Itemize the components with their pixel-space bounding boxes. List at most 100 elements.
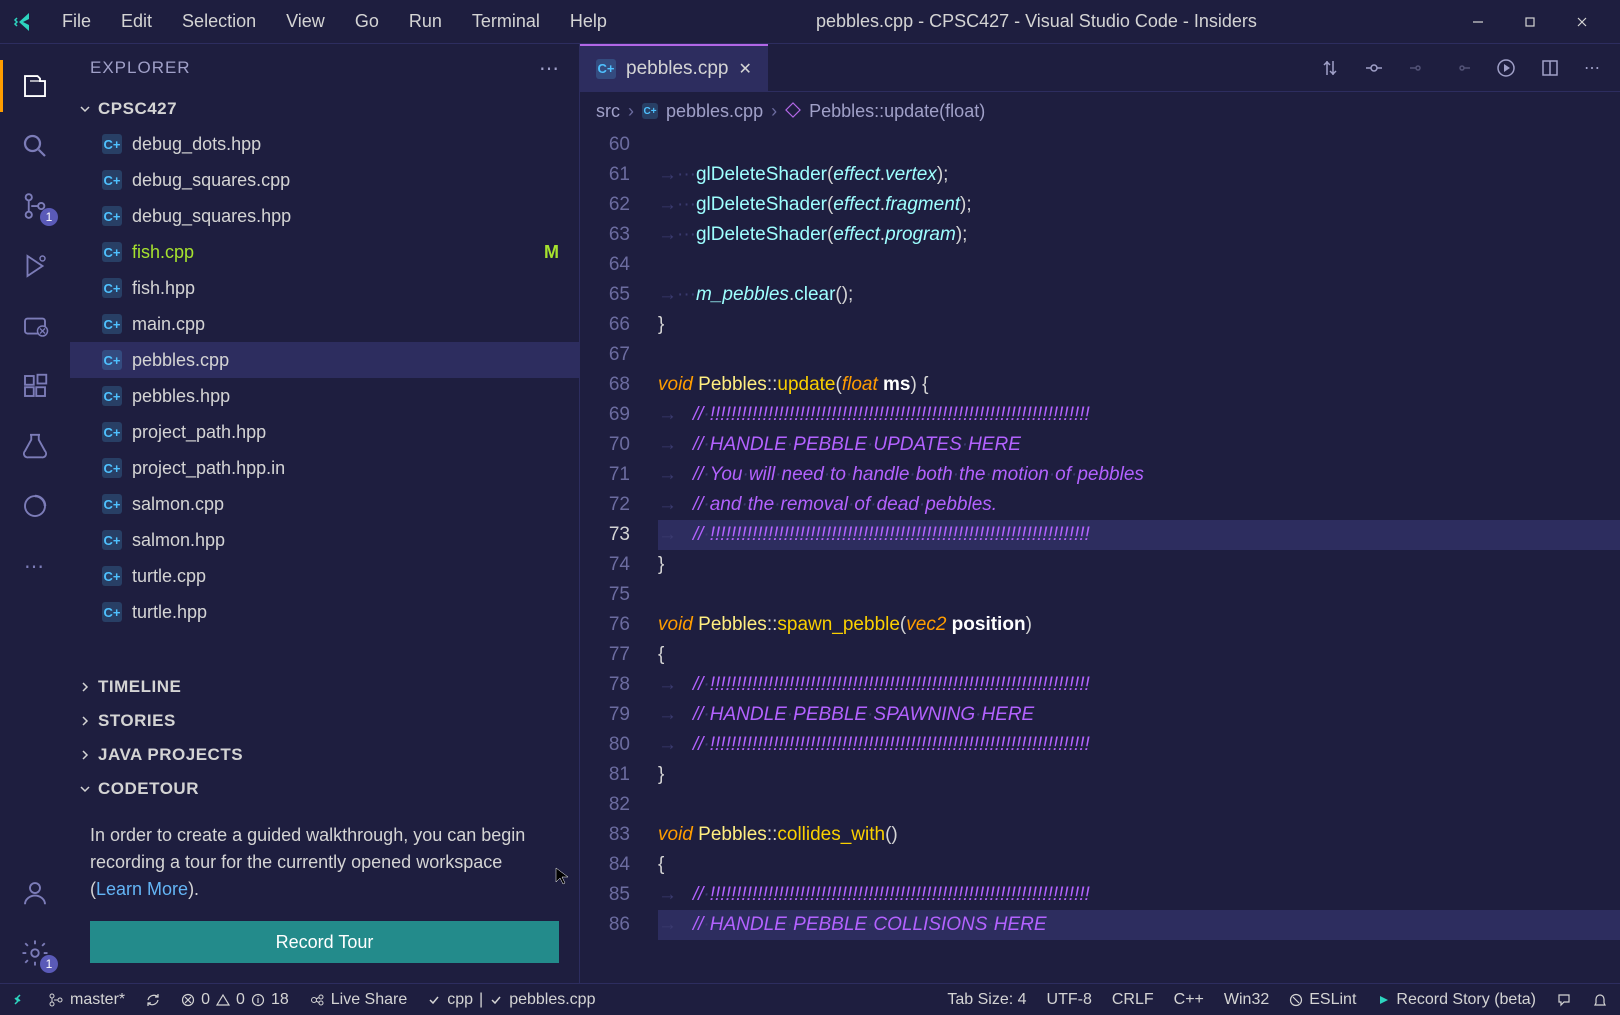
activity-run-debug[interactable] (0, 236, 70, 296)
code-line[interactable]: } (658, 760, 1620, 790)
next-change-icon[interactable] (1452, 58, 1472, 78)
menu-edit[interactable]: Edit (107, 5, 166, 38)
sidebar-more-icon[interactable]: ⋯ (539, 56, 559, 81)
file-item[interactable]: C+debug_dots.hpp (70, 126, 579, 162)
code-line[interactable]: → //·!!!!!!!!!!!!!!!!!!!!!!!!!!!!!!!!!!!… (658, 670, 1620, 700)
status-eslint[interactable]: ESLint (1289, 991, 1356, 1009)
more-actions-icon[interactable]: ⋯ (1584, 58, 1600, 78)
code-line[interactable] (658, 790, 1620, 820)
status-cpp-check[interactable]: cpp | pebbles.cpp (427, 991, 595, 1009)
file-item[interactable]: C+turtle.cpp (70, 558, 579, 594)
code-line[interactable]: →···glDeleteShader(effect.program); (658, 220, 1620, 250)
code-line[interactable]: → //·HANDLE·PEBBLE·SPAWNING·HERE (658, 700, 1620, 730)
learn-more-link[interactable]: Learn More (96, 879, 188, 899)
menu-go[interactable]: Go (341, 5, 393, 38)
file-item[interactable]: C+pebbles.cpp (70, 342, 579, 378)
code-line[interactable]: → //·!!!!!!!!!!!!!!!!!!!!!!!!!!!!!!!!!!!… (658, 400, 1620, 430)
activity-extensions[interactable] (0, 356, 70, 416)
file-item[interactable]: C+pebbles.hpp (70, 378, 579, 414)
file-item[interactable]: C+fish.hpp (70, 270, 579, 306)
status-live-share[interactable]: Live Share (309, 991, 408, 1009)
file-item[interactable]: C+turtle.hpp (70, 594, 579, 630)
section-project[interactable]: CPSC427 (70, 92, 579, 126)
breadcrumb-symbol[interactable]: Pebbles::update(float) (809, 101, 985, 122)
code-line[interactable]: → //·You·will·need·to·handle·both·the·mo… (658, 460, 1620, 490)
file-item[interactable]: C+salmon.cpp (70, 486, 579, 522)
code-line[interactable]: { (658, 640, 1620, 670)
status-language[interactable]: C++ (1174, 991, 1204, 1009)
activity-explorer[interactable] (0, 56, 70, 116)
code-line[interactable]: →···m_pebbles.clear(); (658, 280, 1620, 310)
code-line[interactable]: → //·HANDLE·PEBBLE·COLLISIONS·HERE (658, 910, 1620, 940)
menu-run[interactable]: Run (395, 5, 456, 38)
maximize-button[interactable] (1504, 0, 1556, 44)
activity-settings[interactable]: 1 (0, 923, 70, 983)
file-item[interactable]: C+fish.cppM (70, 234, 579, 270)
status-remote[interactable] (12, 992, 28, 1008)
tab-close-icon[interactable]: ✕ (738, 59, 751, 79)
code-line[interactable]: → //·!!!!!!!!!!!!!!!!!!!!!!!!!!!!!!!!!!!… (658, 880, 1620, 910)
file-item[interactable]: C+debug_squares.hpp (70, 198, 579, 234)
status-tab-size[interactable]: Tab Size: 4 (947, 991, 1026, 1009)
activity-accounts[interactable] (0, 863, 70, 923)
menu-file[interactable]: File (48, 5, 105, 38)
section-codetour[interactable]: CODETOUR (70, 772, 579, 806)
file-item[interactable]: C+salmon.hpp (70, 522, 579, 558)
code-line[interactable]: void Pebbles::update(float ms) { (658, 370, 1620, 400)
code-line[interactable]: →···glDeleteShader(effect.vertex); (658, 160, 1620, 190)
prev-change-icon[interactable] (1408, 58, 1428, 78)
code-content[interactable]: →···glDeleteShader(effect.vertex);→···gl… (650, 130, 1620, 983)
code-line[interactable]: → //·!!!!!!!!!!!!!!!!!!!!!!!!!!!!!!!!!!!… (658, 730, 1620, 760)
status-feedback-icon[interactable] (1556, 991, 1572, 1009)
code-line[interactable]: } (658, 550, 1620, 580)
code-line[interactable] (658, 340, 1620, 370)
activity-scm[interactable]: 1 (0, 176, 70, 236)
breadcrumb-folder[interactable]: src (596, 101, 620, 122)
minimize-button[interactable] (1452, 0, 1504, 44)
activity-search[interactable] (0, 116, 70, 176)
file-list[interactable]: C+debug_dots.hppC+debug_squares.cppC+deb… (70, 126, 579, 670)
status-notifications-icon[interactable] (1592, 991, 1608, 1009)
record-tour-button[interactable]: Record Tour (90, 921, 559, 963)
code-editor[interactable]: 6061626364656667686970717273747576777879… (580, 130, 1620, 983)
section-java-projects[interactable]: JAVA PROJECTS (70, 738, 579, 772)
git-commit-icon[interactable] (1364, 58, 1384, 78)
code-line[interactable]: → //·HANDLE·PEBBLE·UPDATES·HERE (658, 430, 1620, 460)
activity-testing[interactable] (0, 416, 70, 476)
breadcrumbs[interactable]: src › C+ pebbles.cpp › Pebbles::update(f… (580, 92, 1620, 130)
file-item[interactable]: C+project_path.hpp (70, 414, 579, 450)
menu-view[interactable]: View (272, 5, 339, 38)
section-stories[interactable]: STORIES (70, 704, 579, 738)
status-sync[interactable] (145, 992, 161, 1008)
status-problems[interactable]: 0 0 18 (181, 991, 289, 1009)
compare-icon[interactable] (1320, 58, 1340, 78)
code-line[interactable]: → //·and·the·removal·of·dead·pebbles. (658, 490, 1620, 520)
file-item[interactable]: C+project_path.hpp.in (70, 450, 579, 486)
status-line-ending[interactable]: CRLF (1112, 991, 1154, 1009)
code-line[interactable]: →···glDeleteShader(effect.fragment); (658, 190, 1620, 220)
run-icon[interactable] (1496, 58, 1516, 78)
code-line[interactable]: → //·!!!!!!!!!!!!!!!!!!!!!!!!!!!!!!!!!!!… (658, 520, 1620, 550)
code-line[interactable]: void Pebbles::spawn_pebble(vec2 position… (658, 610, 1620, 640)
menu-terminal[interactable]: Terminal (458, 5, 554, 38)
activity-more[interactable]: ⋯ (0, 536, 70, 596)
split-editor-icon[interactable] (1540, 58, 1560, 78)
activity-codetour[interactable] (0, 476, 70, 536)
code-line[interactable]: void Pebbles::collides_with() (658, 820, 1620, 850)
status-encoding[interactable]: UTF-8 (1047, 991, 1092, 1009)
close-button[interactable] (1556, 0, 1608, 44)
code-line[interactable] (658, 130, 1620, 160)
menu-selection[interactable]: Selection (168, 5, 270, 38)
code-line[interactable]: } (658, 310, 1620, 340)
code-line[interactable]: { (658, 850, 1620, 880)
code-line[interactable] (658, 580, 1620, 610)
status-branch[interactable]: master* (48, 991, 125, 1009)
tab-pebbles-cpp[interactable]: C+ pebbles.cpp ✕ (580, 44, 768, 92)
section-timeline[interactable]: TIMELINE (70, 670, 579, 704)
breadcrumb-file[interactable]: pebbles.cpp (666, 101, 763, 122)
file-item[interactable]: C+main.cpp (70, 306, 579, 342)
menu-help[interactable]: Help (556, 5, 621, 38)
status-platform[interactable]: Win32 (1224, 991, 1269, 1009)
code-line[interactable] (658, 250, 1620, 280)
status-record-story[interactable]: Record Story (beta) (1376, 991, 1536, 1009)
